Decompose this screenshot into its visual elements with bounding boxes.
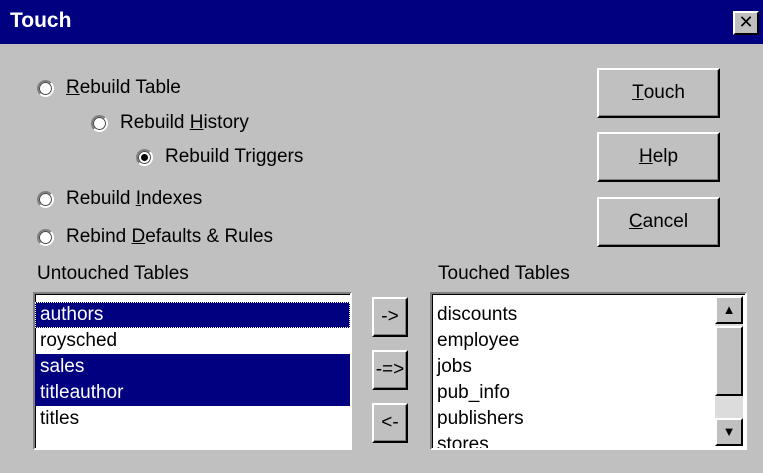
rebuild-triggers-radio[interactable]: [136, 148, 153, 166]
rebuild-triggers-option[interactable]: Rebuild Triggers: [136, 143, 303, 171]
close-button[interactable]: ✕: [733, 11, 759, 35]
list-item[interactable]: pub_info: [432, 380, 713, 406]
list-item[interactable]: employee: [432, 328, 713, 354]
list-item[interactable]: sales: [35, 354, 350, 380]
rebuild-triggers-label: Rebuild Triggers: [165, 146, 304, 167]
window-title: Touch: [10, 9, 72, 32]
list-item[interactable]: publishers: [432, 406, 713, 432]
rebuild-history-label: Rebuild History: [120, 112, 249, 133]
rebuild-table-radio[interactable]: [37, 79, 54, 97]
scroll-up-arrow-icon[interactable]: ▲: [715, 296, 743, 324]
scroll-down-arrow-icon[interactable]: ▼: [715, 418, 743, 446]
rebuild-indexes-radio[interactable]: [37, 190, 54, 208]
rebind-defaults-option[interactable]: Rebind Defaults & Rules: [37, 223, 273, 251]
rebuild-table-option[interactable]: Rebuild Table: [37, 74, 181, 102]
rebind-defaults-radio[interactable]: [37, 228, 54, 246]
list-item[interactable]: roysched: [35, 328, 350, 354]
rebuild-indexes-option[interactable]: Rebuild Indexes: [37, 185, 202, 213]
cancel-button[interactable]: Cancel: [597, 197, 720, 247]
rebuild-history-radio[interactable]: [91, 114, 108, 132]
touched-tables-list[interactable]: discounts employee jobs pub_info publishers s…: [430, 292, 747, 450]
move-all-button[interactable]: -=>: [372, 350, 408, 390]
list-item[interactable]: titles: [35, 406, 350, 432]
touched-tables-scrollbar[interactable]: ▲ ▼: [715, 296, 743, 446]
move-back-button[interactable]: <-: [372, 403, 408, 443]
rebuild-indexes-label: Rebuild Indexes: [66, 188, 203, 209]
untouched-tables-list[interactable]: authors roysched sales titleauthor titles: [33, 292, 352, 450]
list-item[interactable]: discounts: [432, 302, 713, 328]
list-item[interactable]: stores: [432, 432, 713, 448]
list-item[interactable]: titleauthor: [35, 380, 350, 406]
title-bar: Touch ✕: [0, 0, 763, 44]
touch-button[interactable]: Touch: [597, 68, 720, 118]
move-selected-button[interactable]: ->: [372, 297, 408, 337]
untouched-tables-label: Untouched Tables: [37, 263, 189, 284]
rebuild-history-option[interactable]: Rebuild History: [91, 109, 249, 137]
rebind-defaults-label: Rebind Defaults & Rules: [66, 226, 274, 247]
scroll-thumb[interactable]: [715, 326, 743, 396]
help-button[interactable]: Help: [597, 132, 720, 182]
list-item[interactable]: jobs: [432, 354, 713, 380]
rebuild-table-label: Rebuild Table: [66, 77, 181, 98]
list-item[interactable]: authors: [35, 302, 350, 328]
touched-tables-label: Touched Tables: [438, 263, 570, 284]
